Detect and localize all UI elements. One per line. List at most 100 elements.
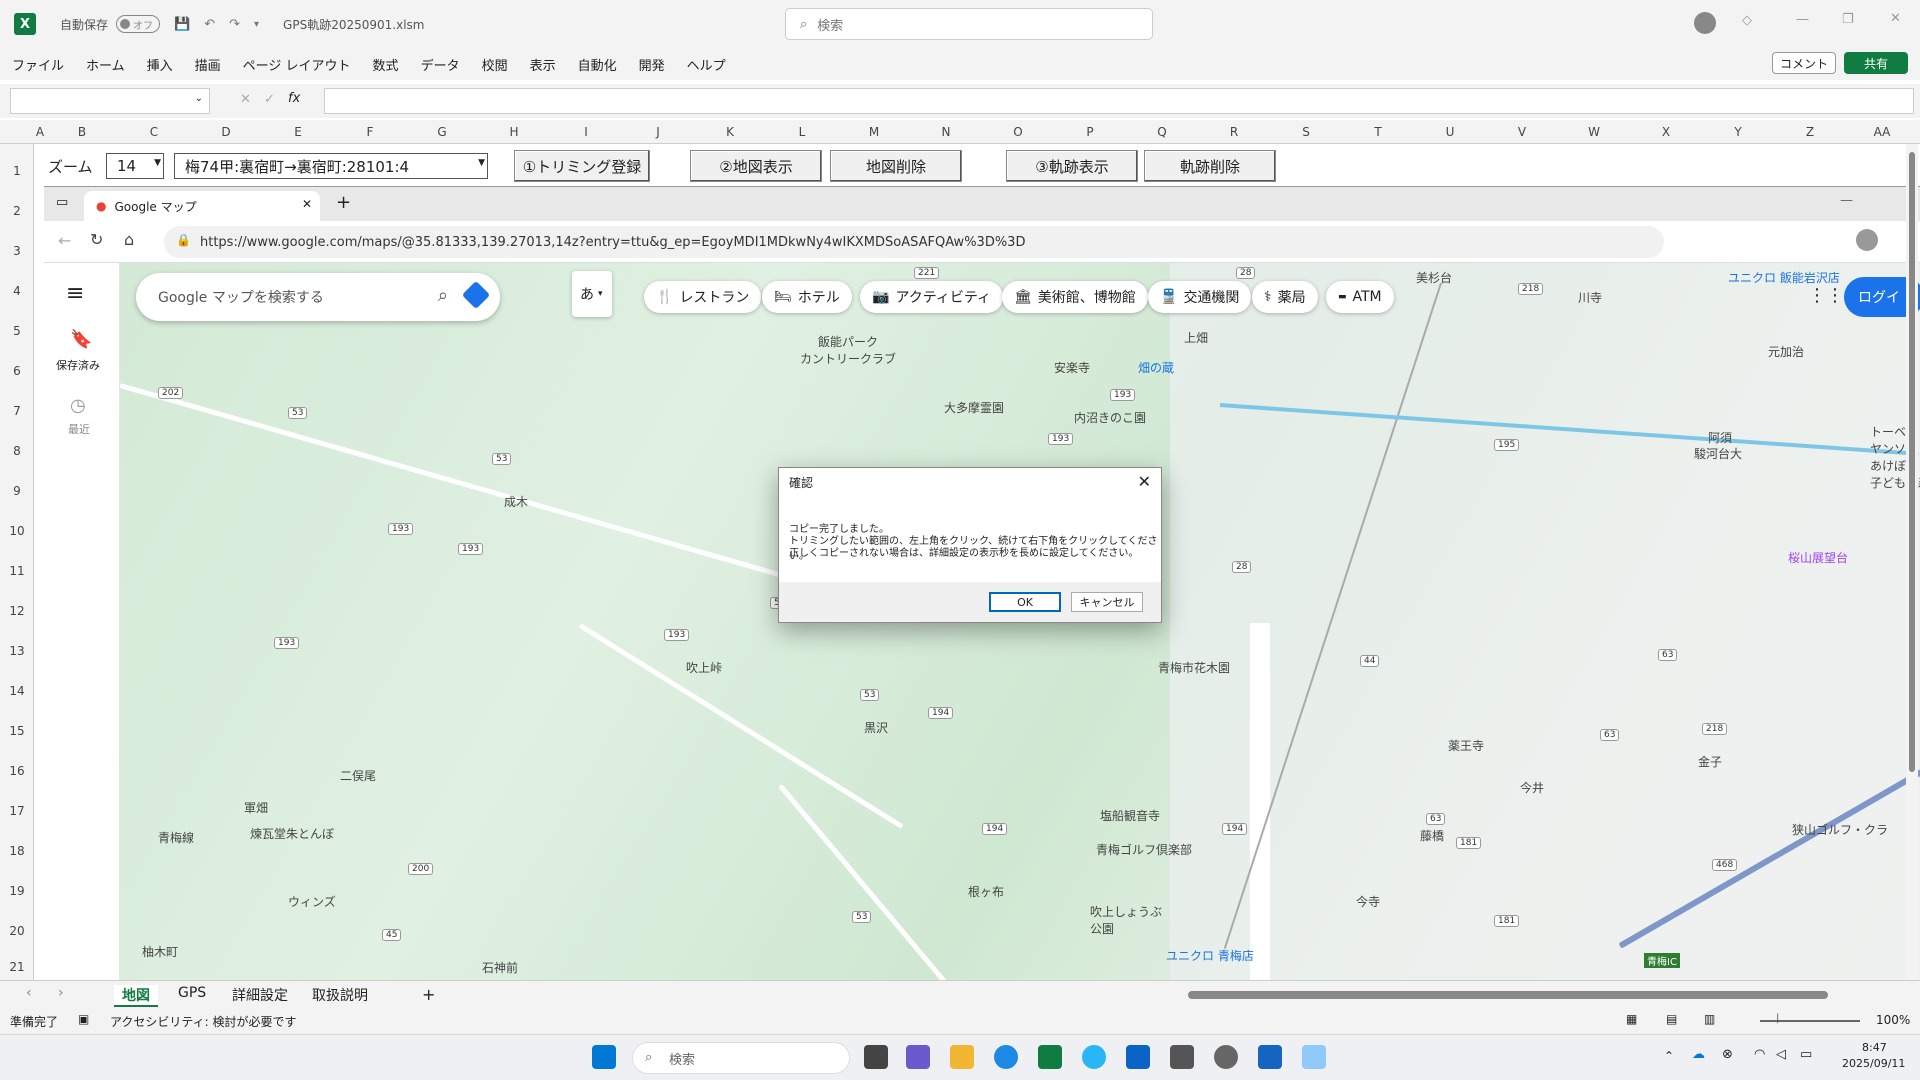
column-header[interactable]: M bbox=[838, 120, 910, 144]
column-header[interactable]: G bbox=[406, 120, 478, 144]
ok-button[interactable]: OK bbox=[989, 592, 1061, 612]
restore-icon[interactable]: ❐ bbox=[1842, 12, 1854, 27]
map-label[interactable]: ユニクロ 飯能岩沢店 bbox=[1728, 269, 1840, 286]
history-icon[interactable]: ◷ bbox=[70, 395, 86, 416]
save-icon[interactable]: 💾 bbox=[174, 17, 190, 32]
profile-avatar[interactable] bbox=[1856, 229, 1878, 251]
rail-recent[interactable]: 最近 bbox=[68, 421, 90, 437]
prev-sheet-icon[interactable]: ‹ bbox=[26, 985, 32, 1001]
sheet-tab-settings[interactable]: 詳細設定 bbox=[232, 985, 288, 1005]
maps-app-icon[interactable] bbox=[1082, 1045, 1106, 1069]
row-header[interactable]: 14 bbox=[0, 684, 34, 698]
location-select[interactable]: 梅74甲:裏宿町→裏宿町:28101:4 ▼ bbox=[174, 153, 488, 179]
next-sheet-icon[interactable]: › bbox=[58, 985, 64, 1001]
column-header[interactable]: P bbox=[1054, 120, 1126, 144]
map-label[interactable]: 金子 bbox=[1698, 753, 1722, 770]
map-label[interactable]: 今井 bbox=[1520, 779, 1544, 796]
directions-icon[interactable] bbox=[461, 280, 491, 310]
page-break-icon[interactable]: ▥ bbox=[1704, 1012, 1715, 1026]
track-show-button[interactable]: ③軌跡表示 bbox=[1006, 150, 1138, 182]
column-header[interactable]: T bbox=[1342, 120, 1414, 144]
cancel-button[interactable]: キャンセル bbox=[1071, 592, 1143, 612]
task-view-icon[interactable] bbox=[864, 1045, 888, 1069]
calculator-icon[interactable] bbox=[1170, 1045, 1194, 1069]
row-header[interactable]: 10 bbox=[0, 524, 34, 538]
chevron-up-icon[interactable]: ⌃ bbox=[1664, 1049, 1674, 1063]
column-header[interactable]: F bbox=[334, 120, 406, 144]
cancel-entry-icon[interactable]: ✕ bbox=[240, 92, 251, 107]
share-button[interactable]: 共有 bbox=[1844, 52, 1908, 74]
zoom-percent[interactable]: 100% bbox=[1876, 1013, 1910, 1027]
menu-view[interactable]: 表示 bbox=[530, 55, 556, 74]
menu-file[interactable]: ファイル bbox=[12, 55, 64, 74]
map-label[interactable]: 薬王寺 bbox=[1448, 737, 1484, 754]
row-header[interactable]: 9 bbox=[0, 484, 34, 498]
menu-formulas[interactable]: 数式 bbox=[373, 55, 399, 74]
column-header[interactable]: C bbox=[118, 120, 190, 144]
column-header[interactable]: B bbox=[46, 120, 118, 144]
language-button[interactable]: あ ▾ bbox=[572, 271, 612, 317]
normal-view-icon[interactable]: ▦ bbox=[1626, 1012, 1637, 1026]
volume-icon[interactable]: ◁ bbox=[1776, 1047, 1786, 1062]
new-tab-icon[interactable]: + bbox=[336, 192, 351, 213]
add-sheet-icon[interactable]: + bbox=[422, 985, 435, 1004]
outlook-icon[interactable] bbox=[1126, 1045, 1150, 1069]
app-icon[interactable] bbox=[1302, 1045, 1326, 1069]
search-input[interactable]: ⌕ 検索 bbox=[785, 8, 1153, 40]
row-header[interactable]: 15 bbox=[0, 724, 34, 738]
column-header[interactable]: H bbox=[478, 120, 550, 144]
map-label[interactable]: 川寺 bbox=[1578, 289, 1602, 306]
close-tab-icon[interactable]: ✕ bbox=[302, 197, 312, 211]
column-header[interactable]: Y bbox=[1702, 120, 1774, 144]
formula-input[interactable] bbox=[324, 88, 1914, 114]
sheet-tab-map[interactable]: 地図 bbox=[114, 985, 158, 1007]
diamond-icon[interactable]: ◇ bbox=[1742, 13, 1752, 28]
account-avatar[interactable] bbox=[1694, 12, 1716, 34]
vertical-scrollbar[interactable] bbox=[1906, 144, 1918, 980]
row-header[interactable]: 5 bbox=[0, 324, 34, 338]
map-label[interactable]: 大多摩霊園 bbox=[944, 399, 1004, 416]
map-label[interactable]: 黒沢 bbox=[864, 719, 888, 736]
menu-developer[interactable]: 開発 bbox=[639, 55, 665, 74]
apps-grid-icon[interactable]: ⋮⋮ bbox=[1808, 285, 1844, 306]
menu-icon[interactable]: ≡ bbox=[66, 281, 84, 306]
chip-restaurant[interactable]: 🍴 レストラン bbox=[644, 281, 762, 313]
scrollbar-thumb[interactable] bbox=[1909, 152, 1915, 772]
map-label[interactable]: 安楽寺 bbox=[1054, 359, 1090, 376]
customize-icon[interactable]: ▾ bbox=[254, 19, 259, 30]
onedrive-icon[interactable]: ☁ bbox=[1692, 1047, 1705, 1062]
row-header[interactable]: 20 bbox=[0, 924, 34, 938]
file-explorer-icon[interactable] bbox=[950, 1045, 974, 1069]
excel-icon[interactable] bbox=[1038, 1045, 1062, 1069]
track-delete-button[interactable]: 軌跡削除 bbox=[1144, 150, 1276, 182]
battery-icon[interactable]: ▭ bbox=[1800, 1047, 1812, 1062]
column-header[interactable]: K bbox=[694, 120, 766, 144]
column-header[interactable]: L bbox=[766, 120, 838, 144]
row-header[interactable]: 6 bbox=[0, 364, 34, 378]
start-icon[interactable] bbox=[592, 1045, 616, 1069]
column-header[interactable]: E bbox=[262, 120, 334, 144]
menu-automate[interactable]: 自動化 bbox=[578, 55, 617, 74]
row-header[interactable]: 1 bbox=[0, 164, 34, 178]
map-label[interactable]: 狭山ゴルフ・クラ bbox=[1792, 821, 1888, 838]
column-header[interactable]: AA bbox=[1846, 120, 1918, 144]
row-header[interactable]: 2 bbox=[0, 204, 34, 218]
rail-saved[interactable]: 保存済み bbox=[56, 357, 100, 373]
map-label[interactable]: 阿須 bbox=[1708, 429, 1732, 446]
map-label[interactable]: 青梅線 bbox=[158, 829, 194, 846]
chip-atm[interactable]: ▬ ATM bbox=[1326, 281, 1394, 313]
row-header[interactable]: 11 bbox=[0, 564, 34, 578]
accessibility-status[interactable]: アクセシビリティ: 検討が必要です bbox=[110, 1013, 297, 1030]
map-show-button[interactable]: ②地図表示 bbox=[690, 150, 822, 182]
bookmark-icon[interactable]: 🔖 bbox=[70, 329, 92, 350]
page-layout-icon[interactable]: ▤ bbox=[1666, 1012, 1677, 1026]
chip-transit[interactable]: 🚆 交通機関 bbox=[1148, 281, 1252, 313]
map-label[interactable]: 上畑 bbox=[1184, 329, 1208, 346]
trim-register-button[interactable]: ①トリミング登録 bbox=[514, 150, 650, 182]
map-label[interactable]: 内沼きのこ園 bbox=[1074, 409, 1146, 426]
menu-page-layout[interactable]: ページ レイアウト bbox=[243, 55, 351, 74]
row-header[interactable]: 19 bbox=[0, 884, 34, 898]
redo-icon[interactable]: ↷ bbox=[229, 17, 240, 32]
column-header[interactable]: A bbox=[34, 120, 46, 144]
clock-time[interactable]: 8:47 bbox=[1862, 1041, 1887, 1054]
